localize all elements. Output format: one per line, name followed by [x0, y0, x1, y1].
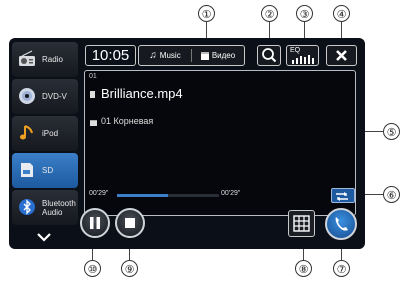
source-label: Bluetooth Audio: [42, 198, 76, 217]
bluetooth-icon: [19, 199, 35, 215]
repeat-icon: [336, 192, 348, 201]
close-icon: [336, 50, 347, 61]
tab-video[interactable]: Видео: [192, 46, 244, 65]
source-label: Radio: [42, 55, 63, 64]
callout-5: ⑤: [383, 123, 400, 140]
folder-icon: [90, 120, 97, 126]
search-icon: [262, 48, 277, 63]
source-bluetooth[interactable]: Bluetooth Audio: [12, 190, 78, 225]
source-ipod[interactable]: iPod: [12, 116, 78, 151]
source-label: iPod: [42, 129, 59, 138]
stop-button[interactable]: [115, 208, 145, 238]
stop-icon: [125, 218, 135, 228]
source-label: DVD-V: [42, 92, 67, 101]
folder-name: 01 Корневая: [101, 116, 154, 126]
close-button[interactable]: [326, 45, 357, 66]
source-radio[interactable]: Radio: [12, 42, 78, 77]
source-sidebar: Radio DVD-V iPod SD Bluetooth Audio: [9, 38, 82, 249]
elapsed-time: 00'29": [89, 190, 109, 197]
track-number: 01: [89, 73, 97, 80]
music-note-icon: [20, 125, 33, 140]
list-button[interactable]: [288, 210, 315, 237]
callout-8: ⑧: [295, 260, 312, 277]
search-button[interactable]: [257, 45, 281, 66]
progress-fill: [117, 194, 168, 197]
track-file-name: Brilliance.mp4: [101, 86, 183, 101]
source-label: SD: [42, 166, 54, 175]
phone-button[interactable]: [325, 208, 357, 240]
sidebar-expand-button[interactable]: [29, 229, 59, 245]
callout-4: ④: [333, 5, 350, 22]
source-sd[interactable]: SD: [12, 153, 78, 188]
tab-video-label: Видео: [211, 51, 236, 60]
disc-icon: [19, 88, 35, 104]
callout-3: ③: [296, 5, 313, 22]
callout-9: ⑨: [121, 260, 138, 277]
av-source-screen: Radio DVD-V iPod SD Bluetooth Audio 10:0…: [9, 38, 365, 249]
music-note-icon: ♫: [149, 50, 157, 61]
eq-button[interactable]: EQ: [286, 45, 319, 66]
equalizer-icon: [292, 55, 314, 64]
file-icon: [90, 91, 95, 98]
repeat-button[interactable]: [331, 188, 355, 203]
callout-7: ⑦: [333, 260, 350, 277]
callout-2: ②: [261, 5, 278, 22]
callout-1: ①: [198, 5, 215, 22]
tab-music-label: Music: [159, 51, 181, 60]
clapperboard-icon: [200, 51, 209, 60]
clock-text: 10:05: [91, 47, 130, 64]
radio-icon: [19, 50, 35, 66]
grid-icon: [293, 215, 310, 232]
media-type-tabs: ♫ Music Видео: [138, 45, 245, 66]
callout-10: ⑩: [84, 260, 101, 277]
sd-card-icon: [21, 163, 33, 177]
pause-icon: [90, 217, 100, 229]
chevron-down-icon: [37, 233, 51, 242]
pause-button[interactable]: [80, 208, 110, 238]
callout-6: ⑥: [383, 186, 400, 203]
clock-display: 10:05: [85, 45, 136, 66]
eq-label: EQ: [290, 47, 301, 54]
tab-music[interactable]: ♫ Music: [139, 46, 191, 65]
remaining-time: 00'29": [221, 190, 241, 197]
progress-bar[interactable]: [117, 194, 219, 197]
source-dvd[interactable]: DVD-V: [12, 79, 78, 114]
phone-icon: [335, 217, 348, 231]
